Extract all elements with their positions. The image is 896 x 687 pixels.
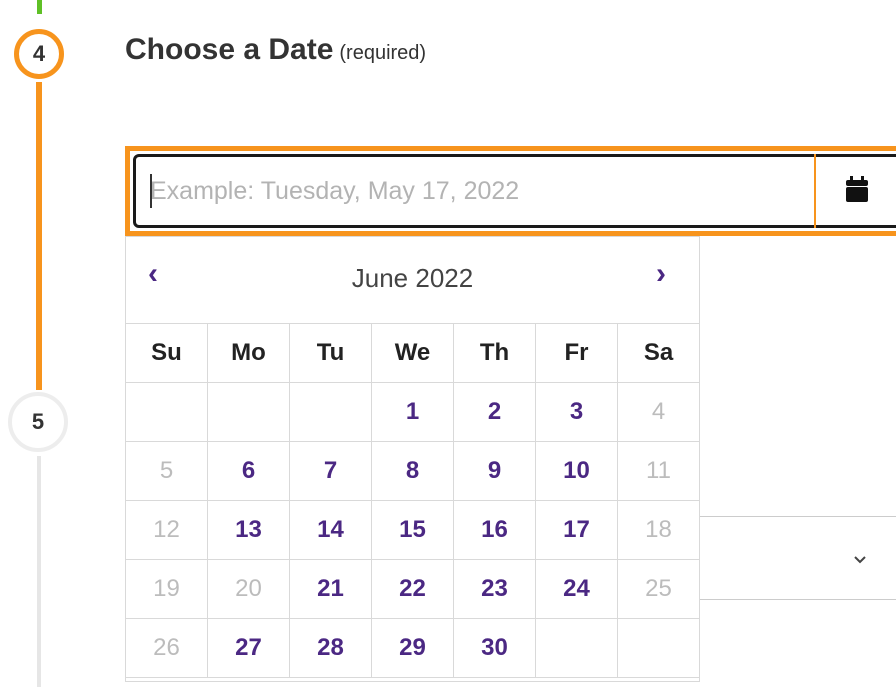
month-label: June 2022 bbox=[351, 263, 474, 293]
day-cell[interactable]: 24 bbox=[535, 559, 618, 619]
datepicker-header: ‹ June 2022 › bbox=[126, 237, 699, 323]
day-cell: 5 bbox=[125, 441, 208, 501]
day-cell[interactable]: 6 bbox=[207, 441, 290, 501]
day-cell[interactable]: 16 bbox=[453, 500, 536, 560]
day-cell: 18 bbox=[617, 500, 700, 560]
step-rail-pending bbox=[37, 456, 41, 687]
day-cell[interactable]: 27 bbox=[207, 618, 290, 678]
day-cell[interactable]: 9 bbox=[453, 441, 536, 501]
day-cell[interactable]: 28 bbox=[289, 618, 372, 678]
day-cell[interactable]: 13 bbox=[207, 500, 290, 560]
day-cell[interactable]: 29 bbox=[371, 618, 454, 678]
day-cell[interactable]: 3 bbox=[535, 382, 618, 442]
step-rail-complete bbox=[37, 0, 42, 14]
weekday-header: We bbox=[371, 323, 454, 383]
day-cell[interactable]: 10 bbox=[535, 441, 618, 501]
weekday-header: Tu bbox=[289, 323, 372, 383]
day-cell: 12 bbox=[125, 500, 208, 560]
datepicker-popup: ‹ June 2022 › Su Mo Tu We Th Fr Sa 1 2 3 4 5 6 7 8 9 10… bbox=[125, 236, 700, 682]
weekday-header: Sa bbox=[617, 323, 700, 383]
week-row: 1234 bbox=[125, 382, 700, 442]
required-label: (required) bbox=[339, 42, 427, 64]
day-cell: 4 bbox=[617, 382, 700, 442]
empty-day-cell bbox=[125, 382, 208, 442]
day-cell: 26 bbox=[125, 618, 208, 678]
week-row: 26 27 28 29 30 bbox=[125, 618, 700, 678]
weekday-header: Fr bbox=[535, 323, 618, 383]
date-input[interactable] bbox=[136, 157, 816, 225]
weekday-row: Su Mo Tu We Th Fr Sa bbox=[125, 323, 700, 383]
step-4-indicator: 4 bbox=[14, 29, 64, 79]
empty-day-cell bbox=[535, 618, 618, 678]
chevron-right-icon[interactable]: › bbox=[656, 259, 666, 289]
week-row: 19 20 21 22 23 24 25 bbox=[125, 559, 700, 619]
day-cell[interactable]: 8 bbox=[371, 441, 454, 501]
week-row: 12 13 14 15 16 17 18 bbox=[125, 500, 700, 560]
day-cell: 25 bbox=[617, 559, 700, 619]
day-cell[interactable]: 15 bbox=[371, 500, 454, 560]
step-number: 4 bbox=[32, 41, 46, 66]
weekday-header: Th bbox=[453, 323, 536, 383]
weekday-header: Su bbox=[125, 323, 208, 383]
day-cell: 11 bbox=[617, 441, 700, 501]
step-rail-active bbox=[36, 82, 42, 390]
calendar-grid: Su Mo Tu We Th Fr Sa 1 2 3 4 5 6 7 8 9 10 11 12 13 14 15 16 17… bbox=[125, 323, 700, 678]
weekday-header: Mo bbox=[207, 323, 290, 383]
text-caret bbox=[150, 174, 152, 208]
week-row: 5 6 7 8 9 10 11 bbox=[125, 441, 700, 501]
step-number: 5 bbox=[31, 409, 45, 434]
date-field[interactable] bbox=[133, 154, 896, 228]
day-cell: 19 bbox=[125, 559, 208, 619]
chevron-down-icon[interactable] bbox=[853, 548, 867, 571]
day-cell: 20 bbox=[207, 559, 290, 619]
day-cell[interactable]: 21 bbox=[289, 559, 372, 619]
section-title-text: Choose a Date bbox=[125, 33, 334, 66]
day-cell[interactable]: 17 bbox=[535, 500, 618, 560]
day-cell[interactable]: 2 bbox=[453, 382, 536, 442]
empty-day-cell bbox=[617, 618, 700, 678]
day-cell[interactable]: 14 bbox=[289, 500, 372, 560]
day-cell[interactable]: 30 bbox=[453, 618, 536, 678]
step-5-indicator: 5 bbox=[8, 392, 68, 452]
calendar-button[interactable] bbox=[814, 154, 896, 228]
calendar-icon bbox=[846, 175, 868, 207]
empty-day-cell bbox=[207, 382, 290, 442]
day-cell[interactable]: 23 bbox=[453, 559, 536, 619]
day-cell[interactable]: 7 bbox=[289, 441, 372, 501]
day-cell[interactable]: 22 bbox=[371, 559, 454, 619]
empty-day-cell bbox=[289, 382, 372, 442]
calendar-body: 1 2 3 4 5 6 7 8 9 10 11 12 13 14 15 16 17 18 19 20 21 22 23 24 2… bbox=[125, 382, 700, 678]
day-cell[interactable]: 1 bbox=[371, 382, 454, 442]
section-title: Choose a Date (required) bbox=[125, 33, 426, 67]
